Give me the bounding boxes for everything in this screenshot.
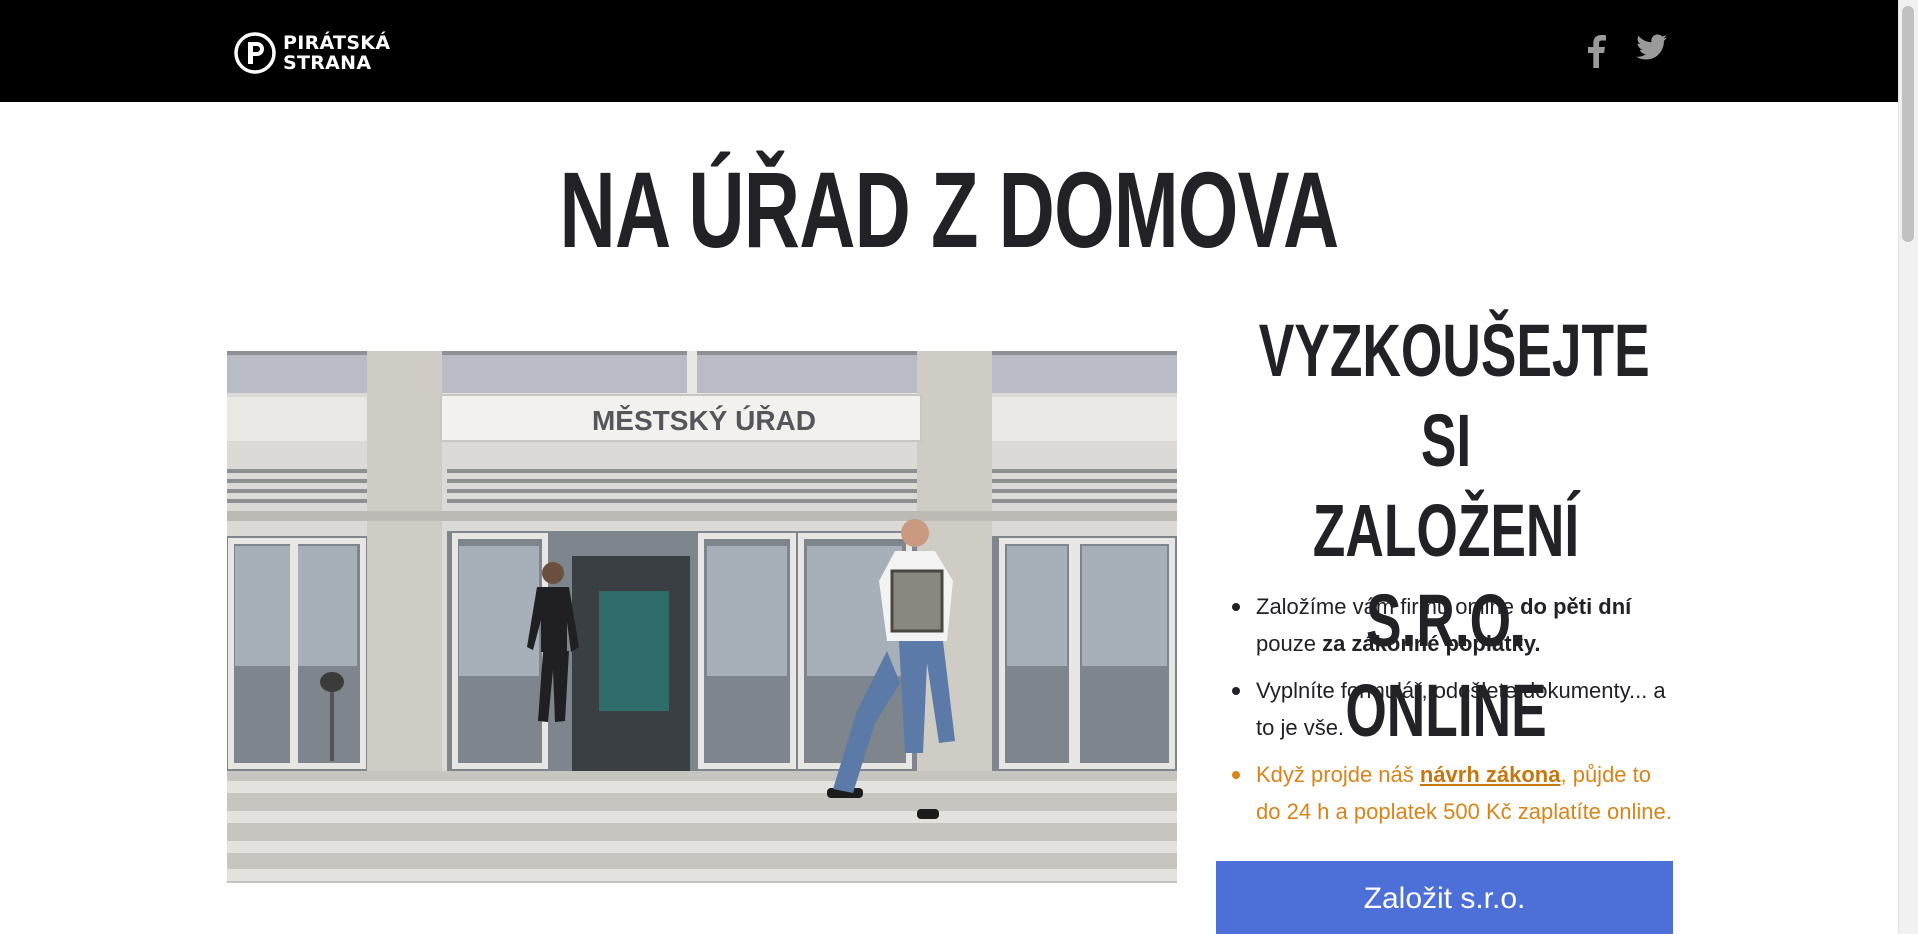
- pirate-party-logo[interactable]: PIRÁTSKÁ STRANA: [233, 31, 390, 75]
- create-company-button[interactable]: Založit s.r.o.: [1216, 861, 1673, 934]
- twitter-icon: [1636, 34, 1667, 60]
- video-player[interactable]: MĚSTSKÝ ÚŘAD: [227, 351, 1177, 883]
- benefit-item: Založíme vám firmu online do pěti dní po…: [1216, 588, 1676, 662]
- benefit-bold: do pěti dní: [1520, 594, 1632, 619]
- benefit-item: Vyplníte formulář, odešlete dokumenty...…: [1216, 672, 1676, 746]
- top-navigation-bar: PIRÁTSKÁ STRANA: [0, 0, 1898, 102]
- twitter-link[interactable]: [1636, 34, 1668, 67]
- benefit-item-highlight: Když projde náš návrh zákona, půjde to d…: [1216, 756, 1676, 830]
- scrollbar-thumb[interactable]: [1902, 6, 1914, 242]
- benefits-list: Založíme vám firmu online do pěti dní po…: [1216, 588, 1676, 840]
- logo-text: PIRÁTSKÁ STRANA: [283, 33, 390, 73]
- law-proposal-link[interactable]: návrh zákona: [1420, 762, 1561, 787]
- video-thumbnail: MĚSTSKÝ ÚŘAD: [227, 351, 1177, 883]
- benefit-text: Vyplníte formulář, odešlete dokumenty...…: [1256, 678, 1666, 740]
- page-scrollbar[interactable]: [1898, 0, 1918, 934]
- benefit-text: Založíme vám firmu online: [1256, 594, 1521, 619]
- benefit-text: pouze: [1256, 631, 1323, 656]
- logo-line-2: STRANA: [283, 52, 372, 74]
- signup-heading-line-1: VYZKOUŠEJTE SI: [1258, 309, 1650, 482]
- pirate-flag-icon: [234, 32, 276, 74]
- facebook-link[interactable]: [1585, 34, 1607, 73]
- benefit-text: Když projde náš: [1256, 762, 1420, 787]
- benefit-bold: za zákonné poplatky.: [1322, 631, 1541, 656]
- page-title: NA ÚŘAD Z DOMOVA: [559, 149, 1340, 270]
- facebook-icon: [1588, 35, 1606, 68]
- logo-line-1: PIRÁTSKÁ: [283, 32, 391, 54]
- building-sign-text: MĚSTSKÝ ÚŘAD: [592, 405, 816, 436]
